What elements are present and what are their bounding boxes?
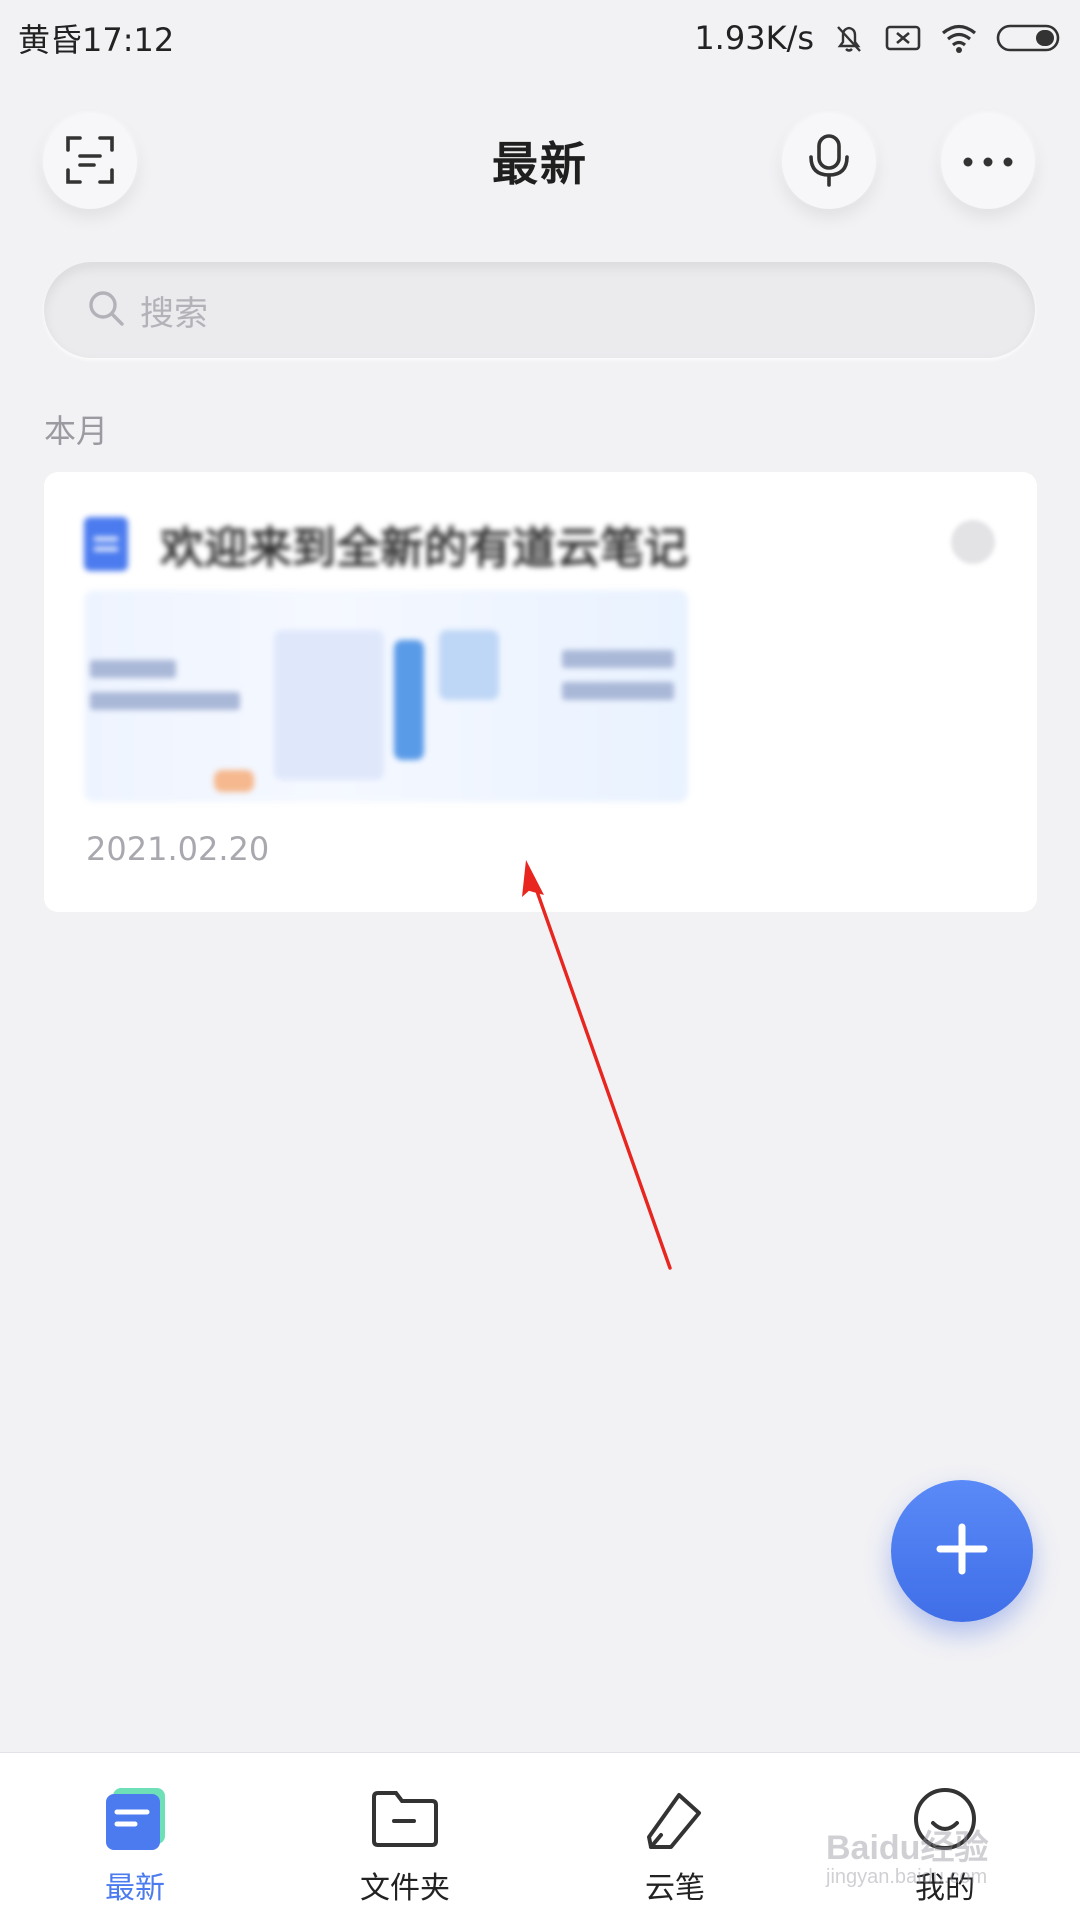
nav-label-cloud-pen: 云笔 xyxy=(645,1871,705,1906)
nav-item-latest[interactable]: 最新 xyxy=(0,1753,270,1921)
plus-icon xyxy=(934,1521,990,1581)
nav-label-folders: 文件夹 xyxy=(360,1871,450,1906)
annotation-arrow xyxy=(522,860,672,1270)
nav-label-latest: 最新 xyxy=(105,1871,165,1906)
folder-icon xyxy=(369,1783,441,1855)
nav-item-folders[interactable]: 文件夹 xyxy=(270,1753,540,1921)
watermark-url: jingyan.baidu.com xyxy=(826,1866,988,1888)
pen-icon xyxy=(639,1783,711,1855)
notes-icon xyxy=(99,1783,171,1855)
watermark-brand: Baidu经验 xyxy=(826,1829,989,1867)
add-note-button[interactable] xyxy=(891,1480,1033,1622)
nav-item-cloud-pen[interactable]: 云笔 xyxy=(540,1753,810,1921)
